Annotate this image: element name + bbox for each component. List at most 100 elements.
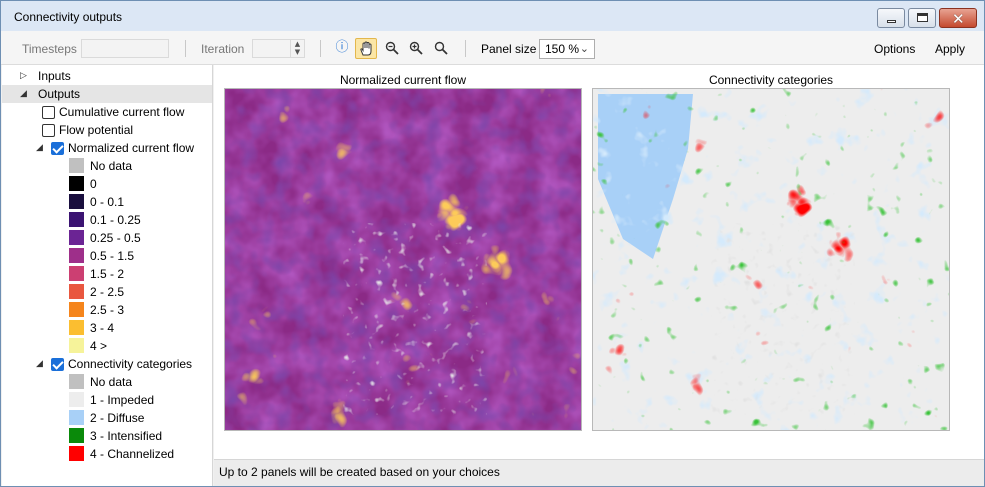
normalized-flow-map[interactable]	[224, 88, 582, 431]
close-icon: ✕	[952, 10, 965, 28]
maximize-icon	[917, 13, 928, 22]
chevron-down-icon: ⌄	[579, 42, 589, 55]
normalized-legend-item: 0.5 - 1.5	[2, 247, 212, 265]
zoom-in-icon[interactable]	[405, 38, 427, 59]
legend-swatch	[69, 302, 84, 317]
panel-size-select[interactable]: 150 % ⌄	[539, 39, 595, 59]
legend-label: No data	[90, 375, 133, 389]
toolbar-separator	[320, 40, 321, 57]
categories-checkbox[interactable]	[51, 358, 64, 371]
tree-label-categories: Connectivity categories	[68, 357, 193, 371]
legend-label: 1 - Impeded	[90, 393, 155, 407]
legend-label: 2.5 - 3	[90, 303, 125, 317]
tree-label-normalized: Normalized current flow	[68, 141, 195, 155]
legend-label: 0	[90, 177, 97, 191]
toolbar-separator	[465, 40, 466, 57]
map-panels-area: Normalized current flow Connectivity cat…	[214, 65, 984, 459]
legend-swatch	[69, 392, 84, 407]
close-button[interactable]: ✕	[939, 8, 977, 28]
normalized-legend-item: 1.5 - 2	[2, 265, 212, 283]
apply-button[interactable]: Apply	[935, 42, 965, 56]
legend-label: 0.5 - 1.5	[90, 249, 135, 263]
cumulative-checkbox[interactable]	[42, 106, 55, 119]
left-panel-title: Normalized current flow	[339, 73, 467, 87]
legend-swatch	[69, 374, 84, 389]
tree-item-normalized[interactable]: ◢ Normalized current flow	[2, 139, 212, 157]
info-icon[interactable]: ⓘ	[331, 38, 353, 59]
window-title: Connectivity outputs	[14, 10, 123, 24]
legend-swatch	[69, 248, 84, 263]
normalized-legend-item: 0 - 0.1	[2, 193, 212, 211]
legend-label: 2 - 2.5	[90, 285, 125, 299]
legend-label: 3 - 4	[90, 321, 115, 335]
collapse-arrow-icon[interactable]: ◢	[20, 85, 27, 103]
legend-swatch	[69, 266, 84, 281]
categories-legend-item: 1 - Impeded	[2, 391, 212, 409]
legend-label: 0.25 - 0.5	[90, 231, 141, 245]
tree-item-inputs[interactable]: ▷ Inputs	[2, 67, 212, 85]
normalized-legend-item: 4 >	[2, 337, 212, 355]
tree-item-flow-potential[interactable]: Flow potential	[2, 121, 212, 139]
categories-legend-item: No data	[2, 373, 212, 391]
iteration-spin[interactable]: ▲ ▼	[290, 40, 304, 57]
normalized-legend-item: 0	[2, 175, 212, 193]
categories-legend-item: 4 - Channelized	[2, 445, 212, 463]
tree-label-outputs: Outputs	[38, 87, 81, 101]
toolbar-separator	[185, 40, 186, 57]
legend-swatch	[69, 446, 84, 461]
tree-label-cumulative: Cumulative current flow	[59, 105, 185, 119]
spin-down-icon[interactable]: ▼	[291, 48, 304, 56]
legend-swatch	[69, 230, 84, 245]
toolbar: Timesteps Iteration ▲ ▼ ⓘ Panel size 150…	[1, 31, 984, 65]
normalized-legend-item: 2.5 - 3	[2, 301, 212, 319]
normalized-legend-item: 2 - 2.5	[2, 283, 212, 301]
normalized-flow-map-image	[225, 89, 581, 430]
tree-item-categories[interactable]: ◢ Connectivity categories	[2, 355, 212, 373]
tree-label-inputs: Inputs	[38, 69, 71, 83]
legend-swatch	[69, 338, 84, 353]
legend-swatch	[69, 428, 84, 443]
categories-legend-item: 3 - Intensified	[2, 427, 212, 445]
zoom-extent-icon[interactable]	[430, 38, 452, 59]
normalized-legend-item: 0.1 - 0.25	[2, 211, 212, 229]
flow-potential-checkbox[interactable]	[42, 124, 55, 137]
legend-swatch	[69, 284, 84, 299]
expand-arrow-icon[interactable]: ▷	[20, 67, 27, 85]
normalized-legend-item: 0.25 - 0.5	[2, 229, 212, 247]
collapse-arrow-icon[interactable]: ◢	[36, 139, 43, 157]
legend-label: 4 - Channelized	[90, 447, 175, 461]
connectivity-categories-map-image	[593, 89, 949, 430]
panel-size-label: Panel size	[481, 42, 537, 56]
legend-swatch	[69, 212, 84, 227]
title-bar: Connectivity outputs ✕	[1, 1, 984, 31]
legend-label: 4 >	[90, 339, 108, 353]
iteration-stepper[interactable]: ▲ ▼	[252, 39, 305, 58]
pan-hand-icon[interactable]	[355, 38, 377, 59]
normalized-checkbox[interactable]	[51, 142, 64, 155]
minimize-button[interactable]	[877, 8, 905, 28]
legend-label: 0.1 - 0.25	[90, 213, 141, 227]
tree-label-flow-potential: Flow potential	[59, 123, 134, 137]
connectivity-outputs-window: Connectivity outputs ✕ Timesteps Iterati…	[0, 0, 985, 487]
legend-label: 0 - 0.1	[90, 195, 125, 209]
minimize-icon	[887, 20, 896, 23]
connectivity-categories-map[interactable]	[592, 88, 950, 431]
legend-swatch	[69, 194, 84, 209]
options-button[interactable]: Options	[874, 42, 915, 56]
timesteps-field[interactable]	[81, 39, 169, 58]
layer-tree: ▷ Inputs ◢ Outputs Cumulative current fl…	[2, 65, 213, 486]
status-message: Up to 2 panels will be created based on …	[219, 465, 500, 479]
tree-item-cumulative[interactable]: Cumulative current flow	[2, 103, 212, 121]
legend-label: No data	[90, 159, 133, 173]
legend-swatch	[69, 320, 84, 335]
normalized-legend-item: 3 - 4	[2, 319, 212, 337]
legend-swatch	[69, 158, 84, 173]
panel-size-value: 150 %	[545, 42, 580, 56]
right-panel-title: Connectivity categories	[708, 73, 834, 87]
status-bar: Up to 2 panels will be created based on …	[214, 459, 984, 486]
zoom-out-icon[interactable]	[381, 38, 403, 59]
collapse-arrow-icon[interactable]: ◢	[36, 355, 43, 373]
tree-item-outputs[interactable]: ◢ Outputs	[2, 85, 212, 103]
spin-up-icon[interactable]: ▲	[291, 40, 304, 48]
maximize-button[interactable]	[908, 8, 936, 28]
